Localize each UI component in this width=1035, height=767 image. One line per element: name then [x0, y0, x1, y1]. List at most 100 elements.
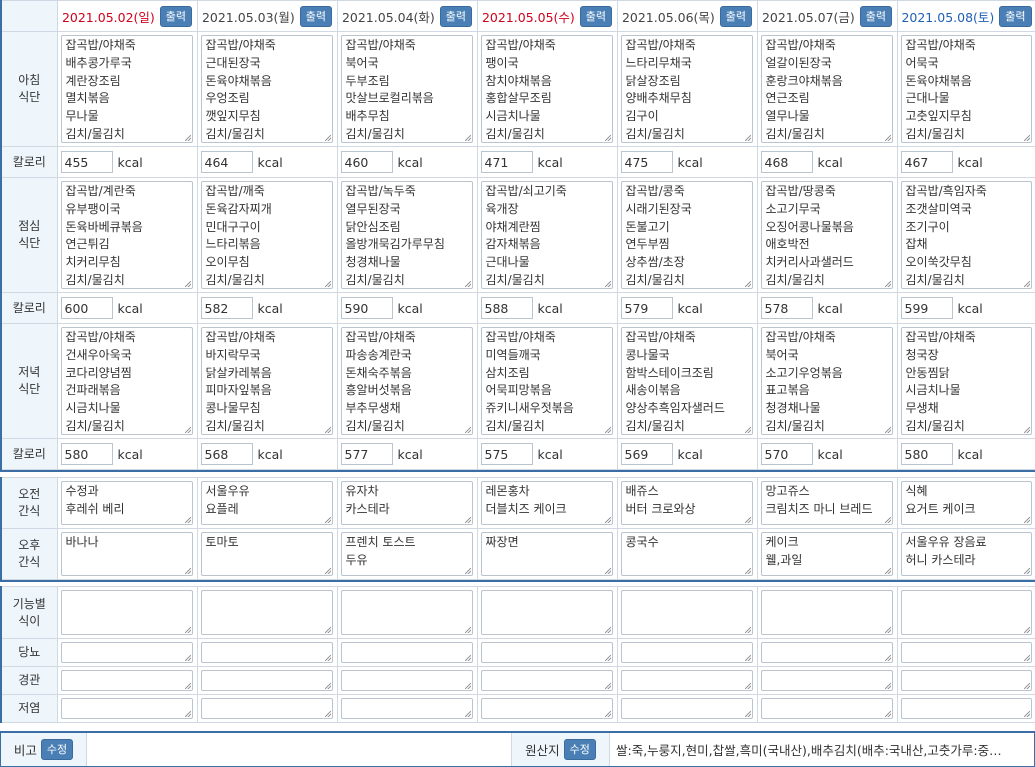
dinner-calorie-input[interactable]: 580: [901, 443, 953, 465]
diabetes-diet-cell: [617, 639, 757, 667]
diabetes-diet-cell: [337, 639, 477, 667]
diabetes-diet-textarea[interactable]: [481, 642, 613, 663]
tube-diet-textarea[interactable]: [61, 670, 193, 691]
memo-field[interactable]: [87, 733, 511, 766]
low-salt-diet-textarea[interactable]: [621, 698, 753, 719]
kcal-unit: kcal: [818, 155, 843, 170]
dinner-menu-textarea[interactable]: 잡곡밥/야채죽 파송송계란국 돈채숙주볶음 흥알버섯볶음 부추무생채 김치/물김…: [341, 327, 473, 435]
diabetes-diet-textarea[interactable]: [761, 642, 893, 663]
pm-snack-textarea[interactable]: 바나나: [61, 532, 193, 576]
dinner-calorie-input[interactable]: 575: [481, 443, 533, 465]
breakfast-menu-textarea[interactable]: 잡곡밥/야채죽 느타리무채국 닭살장조림 양배추채무침 김구이 김치/물김치: [621, 35, 753, 143]
diabetes-diet-textarea[interactable]: [901, 642, 1032, 663]
lunch-menu-textarea[interactable]: 잡곡밥/흑임자죽 조갯살미역국 조기구이 잡채 오이쑥갓무침 김치/물김치: [901, 181, 1032, 289]
functional-diet-textarea[interactable]: [61, 590, 193, 635]
am-snack-textarea[interactable]: 망고쥬스 크림치즈 마니 브레드: [761, 481, 893, 525]
breakfast-calorie-input[interactable]: 475: [621, 151, 673, 173]
breakfast-calorie-input[interactable]: 464: [201, 151, 253, 173]
breakfast-calorie-input[interactable]: 460: [341, 151, 393, 173]
calorie-row: 577kcal: [338, 439, 477, 469]
lunch-menu-textarea[interactable]: 잡곡밥/계란죽 유부팽이국 돈육바베큐볶음 연근튀김 치커리무침 김치/물김치: [61, 181, 193, 289]
breakfast-menu-textarea[interactable]: 잡곡밥/야채죽 어묵국 돈육야채볶음 근대나물 고춧잎지무침 김치/물김치: [901, 35, 1032, 143]
dinner-menu-textarea[interactable]: 잡곡밥/야채죽 청국장 안동찜닭 시금치나물 무생채 김치/물김치: [901, 327, 1032, 435]
low-salt-diet-textarea[interactable]: [61, 698, 193, 719]
am-snack-textarea[interactable]: 수정과 후레쉬 베리: [61, 481, 193, 525]
breakfast-menu-textarea[interactable]: 잡곡밥/야채죽 얼갈이된장국 훈랑크야채볶음 연근조림 열무나물 김치/물김치: [761, 35, 893, 143]
breakfast-menu-textarea[interactable]: 잡곡밥/야채죽 팽이국 참치야채볶음 홍합살무조림 시금치나물 김치/물김치: [481, 35, 613, 143]
dinner-menu-textarea[interactable]: 잡곡밥/야채죽 북어국 소고기우엉볶음 표고볶음 청경채나물 김치/물김치: [761, 327, 893, 435]
functional-diet-textarea[interactable]: [901, 590, 1032, 635]
pm-snack-textarea[interactable]: 프렌치 토스트 두유: [341, 532, 473, 576]
print-button[interactable]: 출력: [160, 6, 192, 27]
low-salt-diet-textarea[interactable]: [901, 698, 1032, 719]
tube-diet-textarea[interactable]: [481, 670, 613, 691]
tube-diet-textarea[interactable]: [901, 670, 1032, 691]
pm-snack-textarea[interactable]: 서울우유 장음료 허니 카스테라: [901, 532, 1032, 576]
lunch-calorie-input[interactable]: 600: [61, 297, 113, 319]
lunch-menu-textarea[interactable]: 잡곡밥/쇠고기죽 육개장 야채계란찜 감자채볶음 근대나물 김치/물김치: [481, 181, 613, 289]
lunch-calorie-input[interactable]: 578: [761, 297, 813, 319]
dinner-menu-textarea[interactable]: 잡곡밥/야채죽 콩나물국 함박스테이크조림 새송이볶음 양상추흑임자샐러드 김치…: [621, 327, 753, 435]
dinner-menu-textarea[interactable]: 잡곡밥/야채죽 미역들깨국 삼치조림 어묵피망볶음 쥬키니새우젓볶음 김치/물김…: [481, 327, 613, 435]
print-button[interactable]: 출력: [300, 6, 332, 27]
functional-diet-textarea[interactable]: [481, 590, 613, 635]
am-snack-textarea[interactable]: 식혜 요거트 케이크: [901, 481, 1032, 525]
functional-diet-textarea[interactable]: [761, 590, 893, 635]
lunch-menu-textarea[interactable]: 잡곡밥/녹두죽 열무된장국 닭안심조림 올방개묵김가루무침 청경채나물 김치/물…: [341, 181, 473, 289]
low-salt-diet-textarea[interactable]: [341, 698, 473, 719]
pm-snack-textarea[interactable]: 짜장면: [481, 532, 613, 576]
breakfast-calorie-input[interactable]: 468: [761, 151, 813, 173]
breakfast-calorie-input[interactable]: 455: [61, 151, 113, 173]
pm-snack-textarea[interactable]: 케이크 웰,과일: [761, 532, 893, 576]
lunch-calorie-input[interactable]: 588: [481, 297, 533, 319]
tube-diet-textarea[interactable]: [201, 670, 333, 691]
low-salt-diet-textarea[interactable]: [481, 698, 613, 719]
breakfast-calorie-input[interactable]: 467: [901, 151, 953, 173]
dinner-calorie-input[interactable]: 568: [201, 443, 253, 465]
am-snack-textarea[interactable]: 배쥬스 버터 크로와상: [621, 481, 753, 525]
lunch-calorie-input[interactable]: 579: [621, 297, 673, 319]
lunch-calorie-input[interactable]: 582: [201, 297, 253, 319]
print-button[interactable]: 출력: [860, 6, 892, 27]
tube-diet-textarea[interactable]: [761, 670, 893, 691]
functional-diet-textarea[interactable]: [201, 590, 333, 635]
am-snack-textarea[interactable]: 레몬홍차 더블치즈 케이크: [481, 481, 613, 525]
low-salt-diet-textarea[interactable]: [761, 698, 893, 719]
calorie-row: 600kcal: [58, 293, 197, 323]
origin-edit-button[interactable]: 수정: [564, 739, 596, 760]
diabetes-diet-textarea[interactable]: [61, 642, 193, 663]
calorie-row: 455kcal: [58, 147, 197, 177]
functional-diet-textarea[interactable]: [341, 590, 473, 635]
memo-edit-button[interactable]: 수정: [41, 739, 73, 760]
print-button[interactable]: 출력: [720, 6, 752, 27]
lunch-menu-textarea[interactable]: 잡곡밥/콩죽 시래기된장국 돈불고기 연두부찜 상추쌈/초장 김치/물김치: [621, 181, 753, 289]
tube-diet-textarea[interactable]: [341, 670, 473, 691]
lunch-menu-textarea[interactable]: 잡곡밥/깨죽 돈육감자찌개 민대구구이 느타리볶음 오이무침 김치/물김치: [201, 181, 333, 289]
am-snack-textarea[interactable]: 유자차 카스테라: [341, 481, 473, 525]
lunch-menu-textarea[interactable]: 잡곡밥/땅콩죽 소고기무국 오징어콩나물볶음 애호박전 치커리사과샐러드 김치/…: [761, 181, 893, 289]
diabetes-diet-textarea[interactable]: [621, 642, 753, 663]
dinner-menu-textarea[interactable]: 잡곡밥/야채죽 건새우아욱국 코다리양념찜 건파래볶음 시금치나물 김치/물김치: [61, 327, 193, 435]
print-button[interactable]: 출력: [580, 6, 612, 27]
dinner-calorie-input[interactable]: 577: [341, 443, 393, 465]
dinner-calorie-input[interactable]: 580: [61, 443, 113, 465]
tube-diet-textarea[interactable]: [621, 670, 753, 691]
breakfast-menu-textarea[interactable]: 잡곡밥/야채죽 북어국 두부조림 맛살브로컬리볶음 배추무침 김치/물김치: [341, 35, 473, 143]
print-button[interactable]: 출력: [999, 6, 1031, 27]
print-button[interactable]: 출력: [440, 6, 472, 27]
low-salt-diet-textarea[interactable]: [201, 698, 333, 719]
am-snack-textarea[interactable]: 서울우유 요플레: [201, 481, 333, 525]
dinner-calorie-input[interactable]: 570: [761, 443, 813, 465]
breakfast-menu-textarea[interactable]: 잡곡밥/야채죽 배추콩가루국 계란장조림 멸치볶음 무나물 김치/물김치: [61, 35, 193, 143]
diabetes-diet-textarea[interactable]: [341, 642, 473, 663]
breakfast-calorie-input[interactable]: 471: [481, 151, 533, 173]
breakfast-menu-textarea[interactable]: 잡곡밥/야채죽 근대된장국 돈육야채볶음 우엉조림 깻잎지무침 김치/물김치: [201, 35, 333, 143]
pm-snack-textarea[interactable]: 토마토: [201, 532, 333, 576]
lunch-calorie-input[interactable]: 590: [341, 297, 393, 319]
lunch-calorie-input[interactable]: 599: [901, 297, 953, 319]
dinner-menu-textarea[interactable]: 잡곡밥/야채죽 바지락무국 닭살카레볶음 피마자잎볶음 콩나물무침 김치/물김치: [201, 327, 333, 435]
pm-snack-textarea[interactable]: 콩국수: [621, 532, 753, 576]
diabetes-diet-textarea[interactable]: [201, 642, 333, 663]
dinner-calorie-input[interactable]: 569: [621, 443, 673, 465]
functional-diet-textarea[interactable]: [621, 590, 753, 635]
